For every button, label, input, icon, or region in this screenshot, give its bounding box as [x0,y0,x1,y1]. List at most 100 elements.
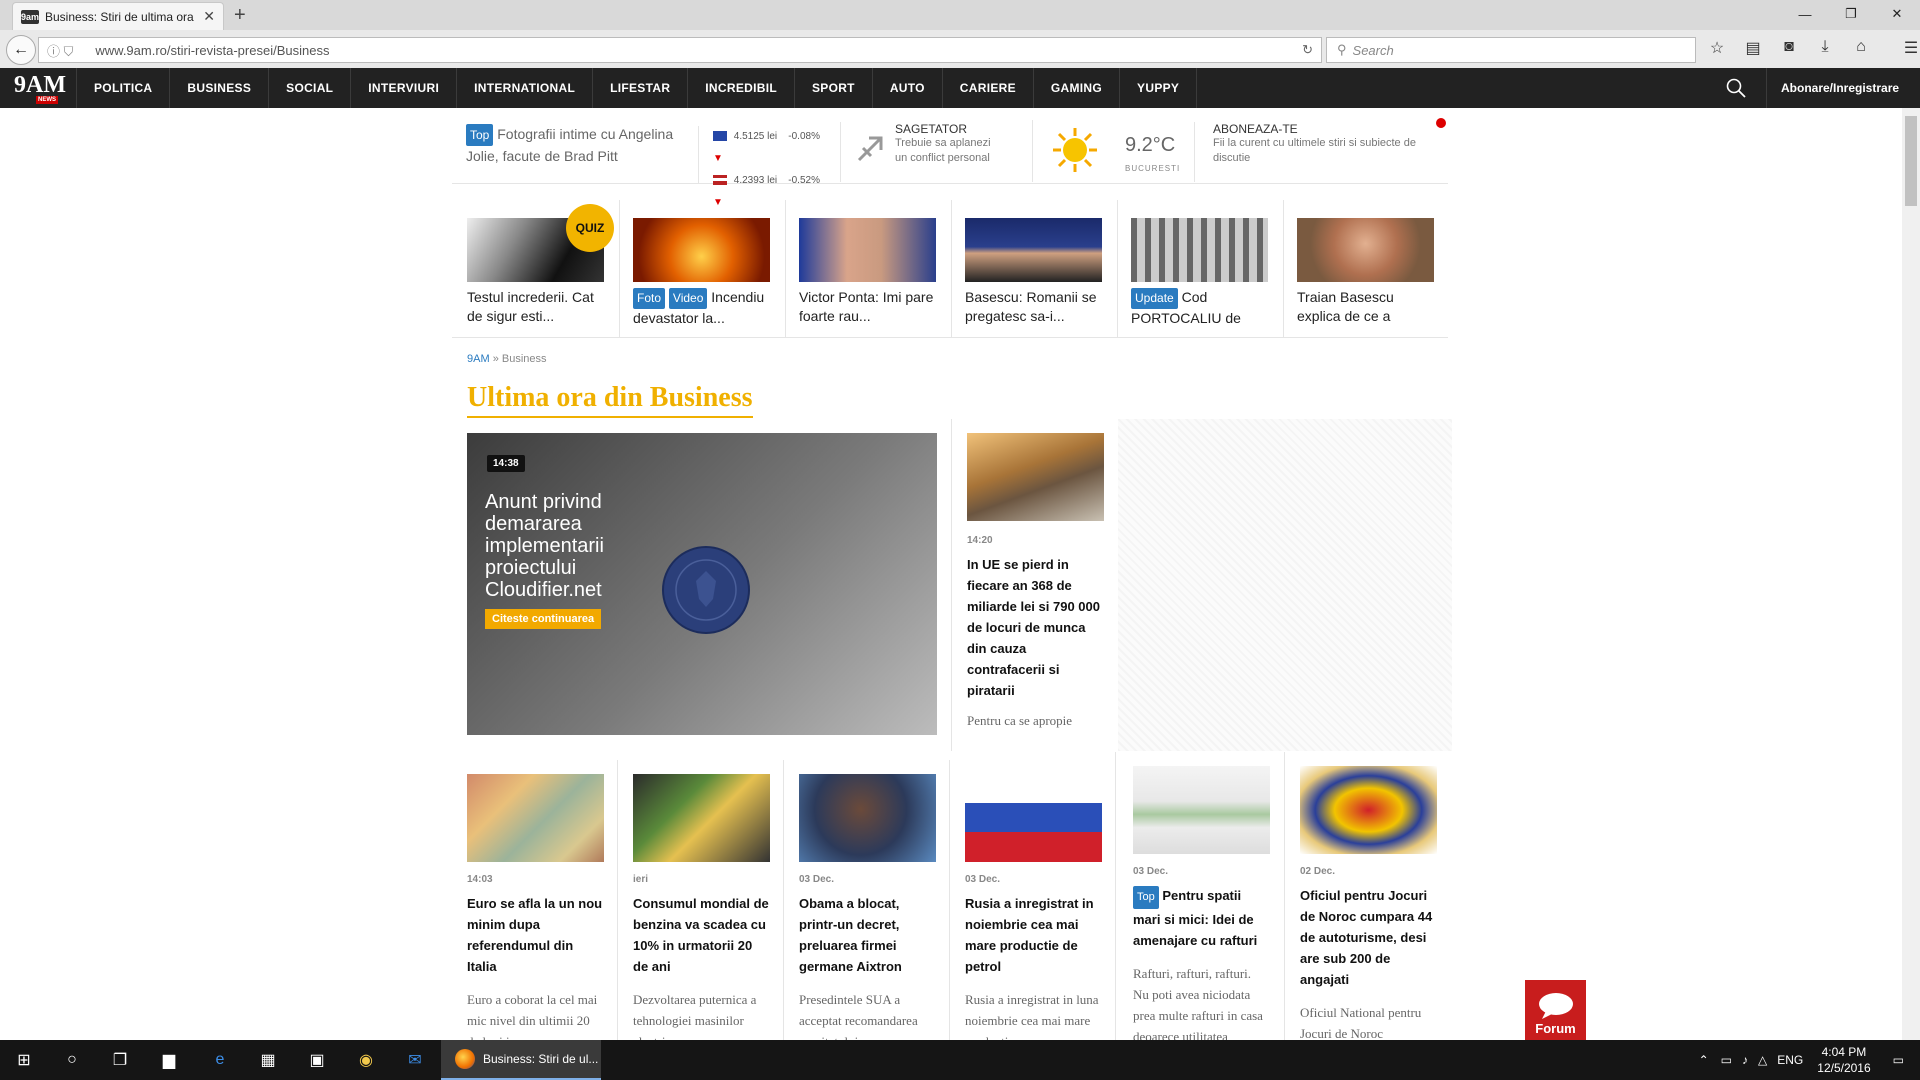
menu-item-interviuri[interactable]: INTERVIURI [351,68,458,108]
article-title: Rusia a inregistrat in noiembrie cea mai… [965,896,1094,974]
restore-icon[interactable]: ❐ [1828,0,1874,28]
navigation-toolbar: ← ⓘ ⛉ www.9am.ro/stiri-revista-presei/Bu… [0,34,1920,66]
menu-item-gaming[interactable]: GAMING [1034,68,1121,108]
tray-expand-icon[interactable]: ⌃ [1699,1053,1709,1067]
top-article-card[interactable]: Basescu: Romanii se pregatesc sa-i... [950,200,1118,338]
browser-tab[interactable]: 9am Business: Stiri de ultima ora ✕ [12,2,224,30]
article-desc: Pentru ca se apropie [967,713,1073,728]
volume-icon[interactable]: ♪ [1742,1053,1748,1067]
window-controls: — ❐ ✕ [1782,0,1920,28]
search-input[interactable]: ⚲ Search [1326,37,1696,63]
horoscope[interactable]: SAGETATOR Trebuie sa aplanezi un conflic… [840,122,1000,182]
hero-article[interactable]: 14:38 Anunt privind demararea implementa… [467,433,937,735]
subscribe-box[interactable]: ABONEAZA-TE Fii la curent cu ultimele st… [1194,122,1424,182]
reload-icon[interactable]: ↻ [1302,42,1313,58]
battery-icon[interactable]: ▭ [1721,1053,1732,1067]
breadcrumb-home[interactable]: 9AM [467,353,490,365]
minimize-icon[interactable]: — [1782,0,1828,28]
weather[interactable]: 9.2°C BUCURESTI [1032,120,1182,182]
file-explorer-icon[interactable]: ▆ [157,1048,181,1072]
menu-item-lifestar[interactable]: LIFESTAR [593,68,689,108]
url-bar[interactable]: ⓘ ⛉ www.9am.ro/stiri-revista-presei/Busi… [38,37,1322,63]
menu-item-incredibil[interactable]: INCREDIBIL [688,68,795,108]
store-icon[interactable]: ▣ [305,1048,329,1072]
article-card[interactable]: 14:03 Euro se afla la un nou minim dupa … [467,774,604,1052]
menu-item-social[interactable]: SOCIAL [269,68,352,108]
outlook-icon[interactable]: ✉ [403,1048,427,1072]
back-button[interactable]: ← [6,35,36,65]
article-card[interactable]: 03 Dec. Top Pentru spatii mari si mici: … [1133,766,1270,1047]
top-article-card[interactable]: Victor Ponta: Imi pare foarte rau... [784,200,952,338]
clock-date: 12/5/2016 [1817,1061,1871,1075]
taskbar-firefox-window[interactable]: Business: Stiri de ul... [441,1040,601,1080]
article-desc: Rafturi, rafturi, rafturi. Nu poti avea … [1133,966,1263,1044]
settings-gear-icon[interactable] [1436,118,1446,128]
download-icon[interactable]: ⤓ [1814,38,1836,58]
home-icon[interactable]: ⌂ [1850,38,1872,58]
app-pinned-icon[interactable]: ▦ [256,1048,280,1072]
chrome-icon[interactable]: ◉ [354,1048,378,1072]
pocket-icon[interactable]: ◙ [1778,38,1800,58]
article-time: 14:20 [967,535,993,546]
drive-icon[interactable]: △ [1758,1053,1767,1067]
task-view-icon[interactable]: ❐ [108,1048,132,1072]
menu-item-yuppy[interactable]: YUPPY [1120,68,1198,108]
article-title: Basescu: Romanii se pregatesc sa-i... [965,289,1097,324]
article-title: Victor Ponta: Imi pare foarte rau... [799,289,934,324]
eu-flag-icon [713,131,727,142]
article-card[interactable]: 03 Dec. Rusia a inregistrat in noiembrie… [965,774,1102,1052]
update-tag: Update [1131,288,1178,309]
menu-item-international[interactable]: INTERNATIONAL [457,68,594,108]
column-divider [1284,752,1285,1040]
menu-icon[interactable]: ☰ [1900,38,1920,58]
article-thumbnail [965,218,1102,282]
top-article-card[interactable]: Traian Basescu explica de ce a [1282,200,1450,338]
article-thumbnail [633,218,770,282]
top-article-card[interactable]: Update Cod PORTOCALIU de [1116,200,1284,338]
edge-browser-icon[interactable]: e [208,1048,232,1072]
read-more-button[interactable]: Citeste continuarea [485,609,602,629]
close-tab-icon[interactable]: ✕ [203,8,215,25]
article-card[interactable]: ieri Consumul mondial de benzina va scad… [633,774,770,1052]
subscribe-login-link[interactable]: Abonare/Inregistrare [1766,68,1899,108]
site-info-icon[interactable]: ⓘ ⛉ [47,41,73,60]
close-icon[interactable]: ✕ [1874,0,1920,28]
side-article[interactable]: 14:20 In UE se pierd in fiecare an 368 d… [967,433,1104,729]
forum-button[interactable]: Forum [1525,980,1586,1040]
quiz-badge: QUIZ [566,204,614,252]
article-thumbnail [1131,218,1268,282]
menu-item-sport[interactable]: SPORT [795,68,873,108]
column-divider [949,760,950,1040]
menu-item-cariere[interactable]: CARIERE [943,68,1034,108]
tab-title: Business: Stiri de ultima ora [45,9,194,24]
temperature: 9.2°C [1125,134,1176,156]
article-time: 02 Dec. [1300,866,1336,877]
site-logo[interactable]: 9AM NEWS [14,72,66,104]
article-title: Oficiul pentru Jocuri de Noroc cumpara 4… [1300,888,1433,987]
top-article-card[interactable]: Foto Video Incendiu devastator la... [618,200,786,338]
article-time: 03 Dec. [965,874,1001,885]
clock[interactable]: 4:04 PM 12/5/2016 [1817,1044,1870,1076]
reading-list-icon[interactable]: ▤ [1742,38,1764,58]
url-text: www.9am.ro/stiri-revista-presei/Business [95,42,330,58]
exchange-rates: 4.5125 lei -0.08% ▼ 4.2393 lei -0.52% ▼ [698,126,828,208]
article-card[interactable]: 02 Dec. Oficiul pentru Jocuri de Noroc c… [1300,766,1437,1044]
windows-start-icon[interactable]: ⊞ [12,1048,36,1072]
menu-item-business[interactable]: BUSINESS [170,68,270,108]
notifications-icon[interactable]: ▭ [1893,1053,1904,1067]
article-card[interactable]: 03 Dec. Obama a blocat, printr-un decret… [799,774,936,1052]
site-search-icon[interactable] [1726,78,1746,98]
scrollbar-thumb[interactable] [1905,116,1917,206]
top-story[interactable]: Top Fotografii intime cu Angelina Jolie,… [466,124,686,166]
top-article-card[interactable]: QUIZ Testul increderii. Cat de sigur est… [452,200,620,338]
page-scrollbar[interactable] [1902,108,1920,1040]
city-name: BUCURESTI [1125,164,1181,173]
horoscope-text: Trebuie sa aplanezi un conflict personal [895,137,991,164]
menu-item-politica[interactable]: POLITICA [76,68,171,108]
language-indicator[interactable]: ENG [1777,1053,1803,1067]
new-tab-button[interactable]: + [234,4,246,27]
article-caption: Foto Video Incendiu devastator la... [633,288,773,326]
bookmark-star-icon[interactable]: ☆ [1706,38,1728,58]
menu-item-auto[interactable]: AUTO [873,68,943,108]
cortana-search-icon[interactable]: ○ [60,1048,84,1072]
